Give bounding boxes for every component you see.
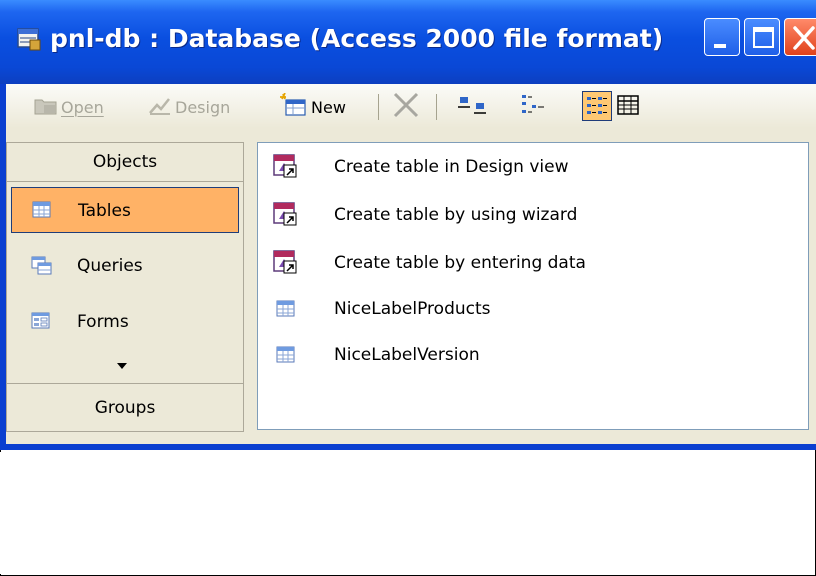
open-button[interactable]: Open [34,94,104,120]
blank-area [0,452,814,574]
design-icon [148,94,172,120]
details-view-button[interactable] [616,94,642,120]
design-label: Design [175,97,231,117]
list-item[interactable]: NiceLabelVersion [258,335,808,375]
open-label: Open [61,97,104,117]
objects-item-forms[interactable]: Forms [11,299,239,345]
new-button[interactable]: New [280,92,346,121]
large-icons-icon [458,93,488,121]
list-view-button[interactable] [582,91,612,121]
groups-header[interactable]: Groups [7,383,243,432]
scroll-down-arrow-icon[interactable] [117,363,127,369]
objects-item-queries[interactable]: Queries [11,243,239,289]
maximize-button[interactable] [744,18,780,56]
open-icon [34,94,58,120]
form-icon [31,312,51,335]
list-item-label: Create table in Design view [334,157,569,177]
small-icons-button[interactable] [518,94,548,120]
objects-bar: Objects Tables Queries Forms Groups [6,142,244,432]
minimize-button[interactable] [704,18,740,56]
shortcut-datasheet-icon [272,249,298,280]
delete-button[interactable] [392,92,422,122]
list-item-label: Create table by entering data [334,253,586,273]
toolbar-separator [436,94,437,120]
list-view-icon [583,97,611,124]
large-icons-button[interactable] [458,94,488,120]
object-list: Create table in Design view Create table… [257,142,809,430]
list-item-label: Create table by using wizard [334,205,578,225]
new-icon [280,92,308,121]
database-icon [16,26,42,52]
list-item[interactable]: Create table in Design view [258,147,808,187]
list-item[interactable]: Create table by using wizard [258,195,808,235]
window-title: pnl-db : Database (Access 2000 file form… [50,24,664,53]
title-bar[interactable]: pnl-db : Database (Access 2000 file form… [0,0,816,84]
database-toolbar: Open Design New [6,84,816,128]
close-button[interactable] [784,18,816,56]
table-icon [276,300,296,323]
table-icon [32,201,52,224]
list-item-label: NiceLabelProducts [334,299,491,319]
query-icon [31,256,53,281]
design-button[interactable]: Design [148,94,230,120]
objects-item-label: Tables [78,201,131,221]
objects-item-tables[interactable]: Tables [11,187,239,233]
details-view-icon [616,93,642,121]
shortcut-wizard-icon [272,201,298,232]
client-area: Open Design New Objects Tables Queries F… [6,84,816,444]
database-window: pnl-db : Database (Access 2000 file form… [0,0,816,450]
objects-header[interactable]: Objects [7,143,243,182]
toolbar-separator [378,94,379,120]
delete-icon [392,92,422,122]
objects-item-label: Forms [77,312,129,332]
shortcut-design-icon [272,153,298,184]
new-label: New [311,97,346,117]
list-item[interactable]: Create table by entering data [258,243,808,283]
small-icons-icon [518,93,548,121]
table-icon [276,346,296,369]
list-item-label: NiceLabelVersion [334,345,480,365]
objects-item-label: Queries [77,256,143,276]
list-item[interactable]: NiceLabelProducts [258,289,808,329]
